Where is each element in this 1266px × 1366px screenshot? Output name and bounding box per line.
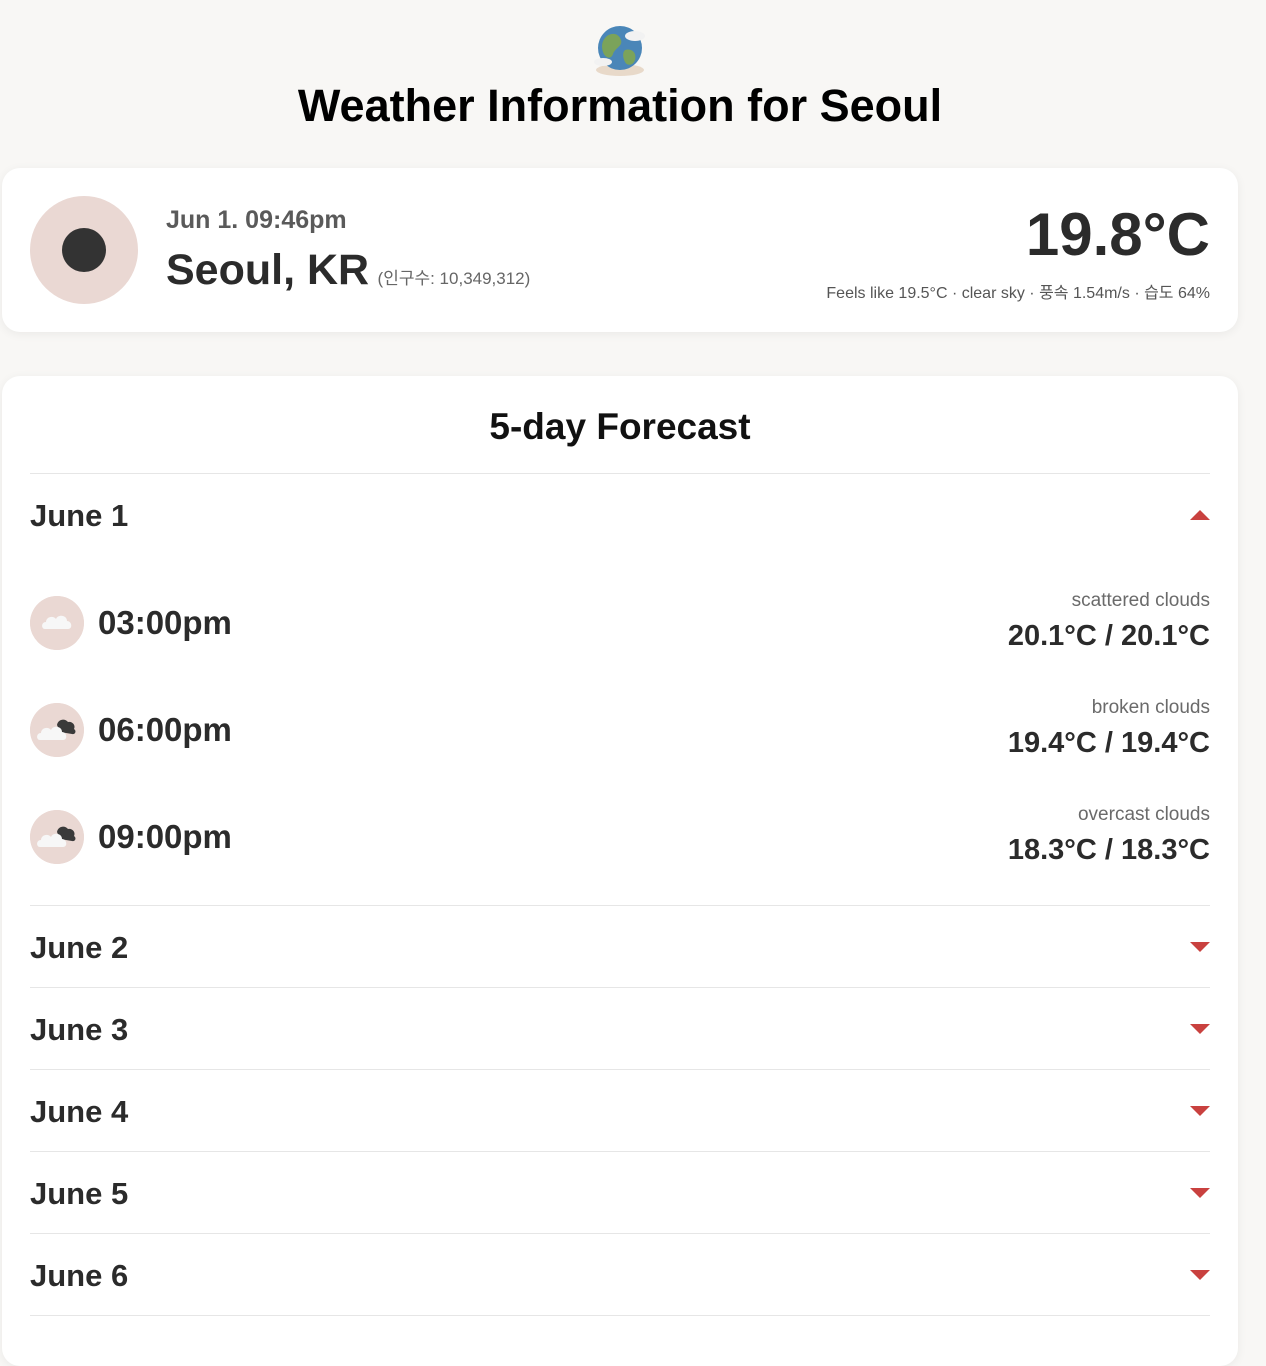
chevron-down-icon[interactable]: [1190, 1106, 1210, 1116]
hour-time: 09:00pm: [98, 818, 232, 855]
hour-row: 09:00pm overcast clouds 18.3°C / 18.3°C: [30, 792, 1210, 882]
hour-temperature: 20.1°C / 20.1°C: [1007, 620, 1210, 652]
globe-icon: [594, 26, 645, 76]
forecast-title: 5-day Forecast: [489, 406, 751, 447]
day-row-june-4[interactable]: June 4: [30, 1069, 1210, 1152]
population: (인구수: 10,349,312): [377, 269, 531, 288]
day-label: June 5: [30, 1176, 129, 1211]
hour-row: 06:00pm broken clouds 19.4°C / 19.4°C: [30, 685, 1210, 775]
overcast-clouds-icon: [30, 810, 84, 864]
hour-row: 03:00pm scattered clouds 20.1°C / 20.1°C: [30, 578, 1210, 668]
day-label: June 6: [30, 1258, 129, 1293]
day-row-june-5[interactable]: June 5: [30, 1151, 1210, 1234]
chevron-down-icon[interactable]: [1190, 942, 1210, 952]
current-temperature: 19.8°C: [1025, 201, 1210, 268]
hour-description: scattered clouds: [1071, 590, 1210, 611]
moon-icon: [30, 196, 138, 304]
day-label: June 1: [30, 498, 129, 533]
current-weather-card: Jun 1. 09:46pm Seoul, KR (인구수: 10,349,31…: [2, 168, 1238, 332]
city-name: Seoul, KR: [166, 246, 370, 294]
chevron-down-icon[interactable]: [1190, 1024, 1210, 1034]
page-title: Weather Information for Seoul: [297, 80, 943, 131]
day-row-june-1[interactable]: June 1: [30, 473, 1210, 556]
hour-time: 03:00pm: [98, 604, 232, 641]
current-datetime: Jun 1. 09:46pm: [166, 206, 347, 234]
hour-description: overcast clouds: [1077, 804, 1210, 825]
chevron-down-icon[interactable]: [1190, 1270, 1210, 1280]
day-label: June 4: [30, 1094, 129, 1129]
hour-description: broken clouds: [1091, 697, 1210, 718]
city-line: Seoul, KR (인구수: 10,349,312): [166, 246, 530, 295]
day-row-june-2[interactable]: June 2: [30, 905, 1210, 988]
day-label: June 2: [30, 930, 129, 965]
chevron-up-icon[interactable]: [1190, 510, 1210, 520]
forecast-card: 5-day Forecast June 1 03:00pm scattered …: [2, 376, 1238, 1366]
hour-time: 06:00pm: [98, 711, 232, 748]
hour-temperature: 19.4°C / 19.4°C: [1007, 727, 1210, 759]
day-row-june-3[interactable]: June 3: [30, 987, 1210, 1070]
chevron-down-icon[interactable]: [1190, 1188, 1210, 1198]
hour-temperature: 18.3°C / 18.3°C: [1007, 834, 1210, 866]
cloud-icon: [30, 596, 84, 650]
broken-clouds-icon: [30, 703, 84, 757]
day-row-june-6[interactable]: June 6: [30, 1233, 1210, 1316]
divider: [30, 1315, 1210, 1316]
day-label: June 3: [30, 1012, 129, 1047]
current-details: Feels like 19.5°C · clear sky · 풍속 1.54m…: [826, 285, 1210, 302]
